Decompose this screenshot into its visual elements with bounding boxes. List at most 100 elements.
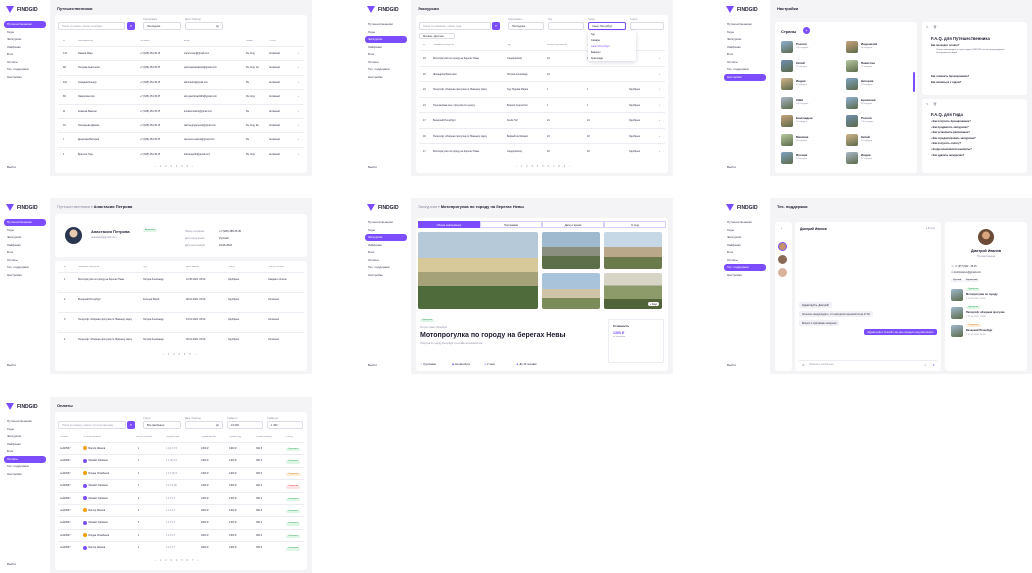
message-input[interactable]: ⊕ Напишите сообщение ☺ ➤	[799, 360, 937, 367]
faq-question[interactable]: Как отменить бронирование?	[931, 75, 969, 78]
gallery-photo[interactable]	[604, 232, 662, 269]
nav-support[interactable]: Тех. поддержка	[4, 66, 46, 73]
chevron-right-icon[interactable]: ›	[298, 133, 299, 147]
faq-question[interactable]: Как проходит оплата?	[931, 44, 959, 47]
status-select[interactable]: Все (выбрано)	[143, 421, 181, 429]
logout-button[interactable]: Выйти	[7, 165, 16, 169]
gallery-photo[interactable]	[542, 232, 600, 269]
nav-settings[interactable]: Настройки	[365, 272, 407, 279]
sort-select[interactable]: Последние	[508, 22, 544, 30]
faq-question[interactable]: › Как установить расписание?	[931, 131, 1023, 134]
table-row[interactable]: 7 Денисова Валерия +7 (945) 454 45 45 denis…	[58, 132, 304, 146]
faq-question[interactable]: › Как удалить экскурсию?	[931, 154, 1023, 157]
country-item[interactable]: Нигерия 18 городов	[846, 77, 898, 91]
table-row[interactable]: 89 Гаврилова Аря +7 (945) 454 45 45 ario.ga…	[58, 89, 304, 103]
nav-travelers[interactable]: Путешественники	[365, 21, 407, 28]
logout-button[interactable]: Выйти	[368, 363, 377, 367]
nav-payments[interactable]: Оплаты	[365, 257, 407, 264]
country-item[interactable]: Россия 145 городов	[781, 40, 833, 54]
table-row[interactable]: 68 Петрова Анастасия +7 (945) 454 45 45 pet…	[58, 60, 304, 74]
nav-lifehacks[interactable]: Лайфхаки	[365, 44, 407, 51]
table-row[interactable]: №423547 Михайл Абрамов 5 1 2 3 4 5 2000 ₽140…	[58, 516, 304, 528]
search-input[interactable]: Поиск по имени, имени телефону	[58, 22, 125, 30]
nav-travelers[interactable]: Путешественники	[4, 21, 46, 28]
faq-question[interactable]: › Как отредактировать экскурсию?	[931, 137, 1023, 140]
country-item[interactable]: Китай 20 городов	[781, 59, 833, 73]
trash-icon[interactable]: 🗑	[933, 102, 937, 106]
nav-support[interactable]: Тех. поддержка	[365, 264, 407, 271]
pagination[interactable]: ‹ 1 2 3 4 5 6 ›	[155, 165, 194, 168]
trash-icon[interactable]: 🗑	[933, 25, 937, 29]
tab-dates[interactable]: Даты и время	[542, 221, 604, 228]
nav-travelers[interactable]: Путешественники	[4, 219, 46, 226]
table-row[interactable]: 16 Григорьева Дарина +7 (945) 454 45 45 dar…	[58, 118, 304, 132]
nav-lifehacks[interactable]: Лайфхаки	[4, 242, 46, 249]
table-row[interactable]: №423547 Михайл Абрамов 2 1 2 3 4 5 1300 ₽140…	[58, 491, 304, 504]
nav-lifehacks[interactable]: Лайфхаки	[4, 441, 46, 448]
chat-avatar[interactable]	[778, 268, 787, 277]
nav-blog[interactable]: Блог	[365, 249, 407, 256]
countries-scrollbar[interactable]	[913, 72, 915, 92]
nav-payments[interactable]: Оплаты	[4, 257, 46, 264]
country-item[interactable]: Индия 67 городов	[846, 151, 898, 165]
country-item[interactable]: Индия 67 городов	[781, 77, 833, 91]
country-item[interactable]: Индонезия 68 городов	[846, 40, 898, 54]
table-row[interactable]: 421 Ахмадов Ильнур +7 (945) 454 45 45 akhma…	[58, 74, 304, 89]
nav-guides[interactable]: Гиды	[4, 426, 46, 433]
nav-excursions[interactable]: Экскурсии	[4, 433, 46, 440]
tab-program[interactable]: Программа	[480, 221, 542, 228]
tab-guide[interactable]: О гиде	[604, 221, 666, 228]
table-row[interactable]: 17 Вечерний Петербург Fredo Tom 21 24 Одобрен…	[419, 112, 665, 128]
dropdown-option[interactable]: Краснодар	[588, 55, 636, 61]
amount-from-input[interactable]: 10 000	[227, 421, 263, 429]
gallery-photo[interactable]: + Ещё	[604, 273, 662, 309]
faq-question[interactable]: Как связаться с гидом?	[931, 81, 961, 84]
nav-travelers[interactable]: Путешественники	[724, 21, 766, 28]
nav-excursions[interactable]: Экскурсии	[365, 36, 407, 43]
nav-support[interactable]: Тех. поддержка	[4, 463, 46, 470]
table-row[interactable]: 4 Петергоф: обзорная прогулка по Нижнему …	[58, 332, 304, 352]
chevron-right-icon[interactable]: ›	[659, 144, 660, 160]
chat-avatar[interactable]	[778, 255, 787, 264]
nav-settings[interactable]: Настройки	[4, 74, 46, 81]
nav-support[interactable]: Тех. поддержка	[724, 66, 766, 73]
booking-item[interactable]: Ожидание Вечерний Петербург 1 17.05.2022, …	[951, 324, 1023, 341]
country-item[interactable]: Япония 36 городов	[781, 151, 833, 165]
nav-excursions[interactable]: Экскурсии	[724, 36, 766, 43]
approved-badge[interactable]: Одобрено	[420, 319, 435, 323]
chevron-right-icon[interactable]: ›	[659, 67, 660, 83]
table-row[interactable]: 18 Петергоф: обзорная прогулка по Нижнему…	[419, 127, 665, 144]
gallery-photo[interactable]	[542, 273, 600, 309]
table-row[interactable]: 1 Мотопрогулка по городу на берегах Невы П…	[58, 272, 304, 292]
chevron-right-icon[interactable]: ›	[659, 51, 660, 67]
nav-guides[interactable]: Гиды	[724, 227, 766, 234]
table-row[interactable]: №423547 Михайл Абрамов 3 1 2 (3) 4 5 1300 ₽1…	[58, 454, 304, 466]
sort-select[interactable]: Последние	[143, 22, 181, 30]
status-badge[interactable]: Активный	[143, 229, 157, 233]
faq-question[interactable]: › Как получить оплату?	[931, 142, 1023, 145]
attach-icon[interactable]: ⊕	[802, 363, 805, 367]
table-row[interactable]: №423547 Виктор Ивонов 2 1 2 3 4 5 2000 ₽1400…	[58, 504, 304, 516]
logout-button[interactable]: Выйти	[727, 363, 736, 367]
nav-payments[interactable]: Оплаты	[365, 59, 407, 66]
nav-lifehacks[interactable]: Лайфхаки	[365, 242, 407, 249]
chevron-right-icon[interactable]: ›	[298, 47, 299, 61]
country-item[interactable]: Китай 20 городов	[846, 133, 898, 147]
search-button[interactable]: ⌕	[492, 22, 500, 30]
nav-support[interactable]: Тех. поддержка	[365, 66, 407, 73]
city-select[interactable]: Санкт-Петербург	[588, 22, 626, 30]
chevron-right-icon[interactable]: ›	[298, 90, 299, 104]
chevron-right-icon[interactable]: ›	[659, 98, 660, 114]
nav-excursions[interactable]: Экскурсии	[724, 234, 766, 241]
country-item[interactable]: Мексика 68 городов	[781, 133, 833, 147]
nav-settings[interactable]: Настройки	[365, 74, 407, 81]
nav-excursions[interactable]: Экскурсии	[4, 234, 46, 241]
send-icon[interactable]: ➤	[932, 363, 935, 367]
nav-guides[interactable]: Гиды	[4, 29, 46, 36]
table-row[interactable]: №423547 Богдан Илимбеков 1 1 2 3 4 5 2000 ₽1…	[58, 528, 304, 541]
chevron-right-icon[interactable]: ›	[659, 113, 660, 129]
search-input[interactable]: Поиск по номеру, имени, путешественнику	[58, 421, 126, 429]
status-select[interactable]	[630, 22, 664, 30]
breadcrumb-parent[interactable]: Путешественники	[57, 204, 90, 209]
nav-settings[interactable]: Настройки	[4, 272, 46, 279]
